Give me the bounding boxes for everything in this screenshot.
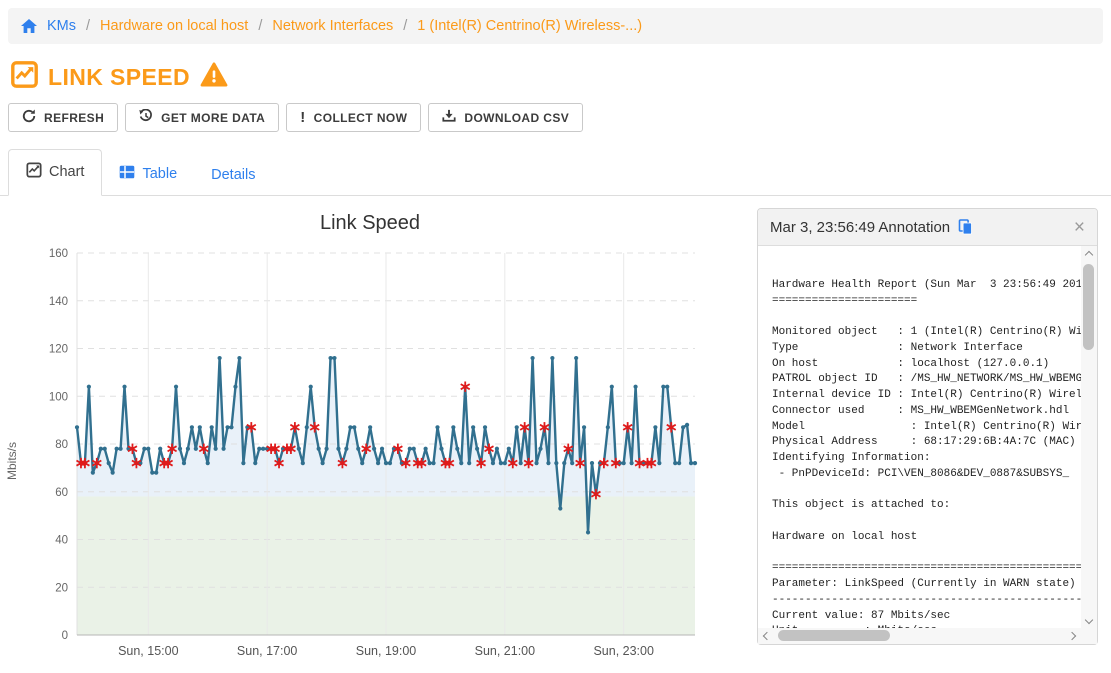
svg-text:Sun, 23:00: Sun, 23:00 <box>593 644 654 658</box>
download-icon <box>442 109 456 126</box>
history-icon <box>139 109 153 126</box>
page-title-row: LINK SPEED <box>11 61 228 93</box>
line-chart-icon <box>26 162 42 182</box>
tab-chart[interactable]: Chart <box>8 149 102 196</box>
svg-text:140: 140 <box>49 296 68 308</box>
svg-text:120: 120 <box>49 344 68 356</box>
tab-bar: Chart Table Details <box>0 150 1111 196</box>
warning-icon <box>200 62 228 92</box>
breadcrumb-separator: / <box>258 18 262 34</box>
breadcrumb-item-hardware[interactable]: Hardware on local host <box>100 18 248 34</box>
breadcrumb: KMs / Hardware on local host / Network I… <box>8 8 1103 44</box>
svg-text:0: 0 <box>62 630 68 642</box>
scroll-right-arrow[interactable] <box>1068 632 1076 640</box>
breadcrumb-separator: / <box>403 18 407 34</box>
refresh-button[interactable]: REFRESH <box>8 103 118 132</box>
table-icon <box>119 165 135 183</box>
exclamation-icon: ! <box>300 110 305 125</box>
home-icon[interactable] <box>21 19 37 34</box>
download-csv-button[interactable]: DOWNLOAD CSV <box>428 103 583 132</box>
svg-text:Sun, 21:00: Sun, 21:00 <box>475 644 536 658</box>
chart-title: Link Speed <box>0 212 740 235</box>
annotation-text: Hardware Health Report (Sun Mar 3 23:56:… <box>758 246 1097 644</box>
svg-text:60: 60 <box>55 487 68 499</box>
collect-now-button[interactable]: ! COLLECT NOW <box>286 103 421 132</box>
horizontal-scrollbar[interactable] <box>758 628 1081 644</box>
scrollbar-corner <box>1081 628 1097 644</box>
page-title: LINK SPEED <box>48 64 190 91</box>
svg-text:160: 160 <box>49 248 68 260</box>
scroll-left-arrow[interactable] <box>763 632 771 640</box>
vertical-scroll-thumb[interactable] <box>1083 264 1094 350</box>
vertical-scrollbar[interactable] <box>1081 246 1097 628</box>
link-speed-chart[interactable]: 0 20 40 60 80 100 120 140 160 Sun, 15:00 Sun, 17:0… <box>0 243 740 668</box>
horizontal-scroll-thumb[interactable] <box>778 630 890 641</box>
annotation-body: Hardware Health Report (Sun Mar 3 23:56:… <box>758 246 1097 644</box>
annotation-panel-header: Mar 3, 23:56:49 Annotation × <box>758 209 1097 246</box>
scroll-down-arrow[interactable] <box>1085 616 1093 624</box>
svg-text:Mbits/s: Mbits/s <box>5 442 19 480</box>
breadcrumb-item-kms[interactable]: KMs <box>47 18 76 34</box>
breadcrumb-item-device[interactable]: 1 (Intel(R) Centrino(R) Wireless-...) <box>417 18 642 34</box>
svg-text:80: 80 <box>55 439 68 451</box>
tab-details[interactable]: Details <box>194 155 272 196</box>
annotation-title: Mar 3, 23:56:49 Annotation <box>770 219 950 236</box>
svg-text:20: 20 <box>55 582 68 594</box>
svg-text:Sun, 15:00: Sun, 15:00 <box>118 644 179 658</box>
close-icon[interactable]: × <box>1074 218 1085 237</box>
copy-icon[interactable] <box>958 219 973 235</box>
annotation-panel: Mar 3, 23:56:49 Annotation × Hardware He… <box>757 208 1098 645</box>
get-more-data-button[interactable]: GET MORE DATA <box>125 103 279 132</box>
svg-text:Sun, 17:00: Sun, 17:00 <box>237 644 298 658</box>
svg-text:40: 40 <box>55 535 68 547</box>
toolbar: REFRESH GET MORE DATA ! COLLECT NOW DOWN… <box>8 103 583 132</box>
scroll-up-arrow[interactable] <box>1085 251 1093 259</box>
tab-table[interactable]: Table <box>102 153 194 196</box>
breadcrumb-separator: / <box>86 18 90 34</box>
svg-text:100: 100 <box>49 391 68 403</box>
line-chart-icon <box>11 61 38 93</box>
breadcrumb-item-network-interfaces[interactable]: Network Interfaces <box>272 18 393 34</box>
svg-text:Sun, 19:00: Sun, 19:00 <box>356 644 417 658</box>
refresh-icon <box>22 109 36 126</box>
